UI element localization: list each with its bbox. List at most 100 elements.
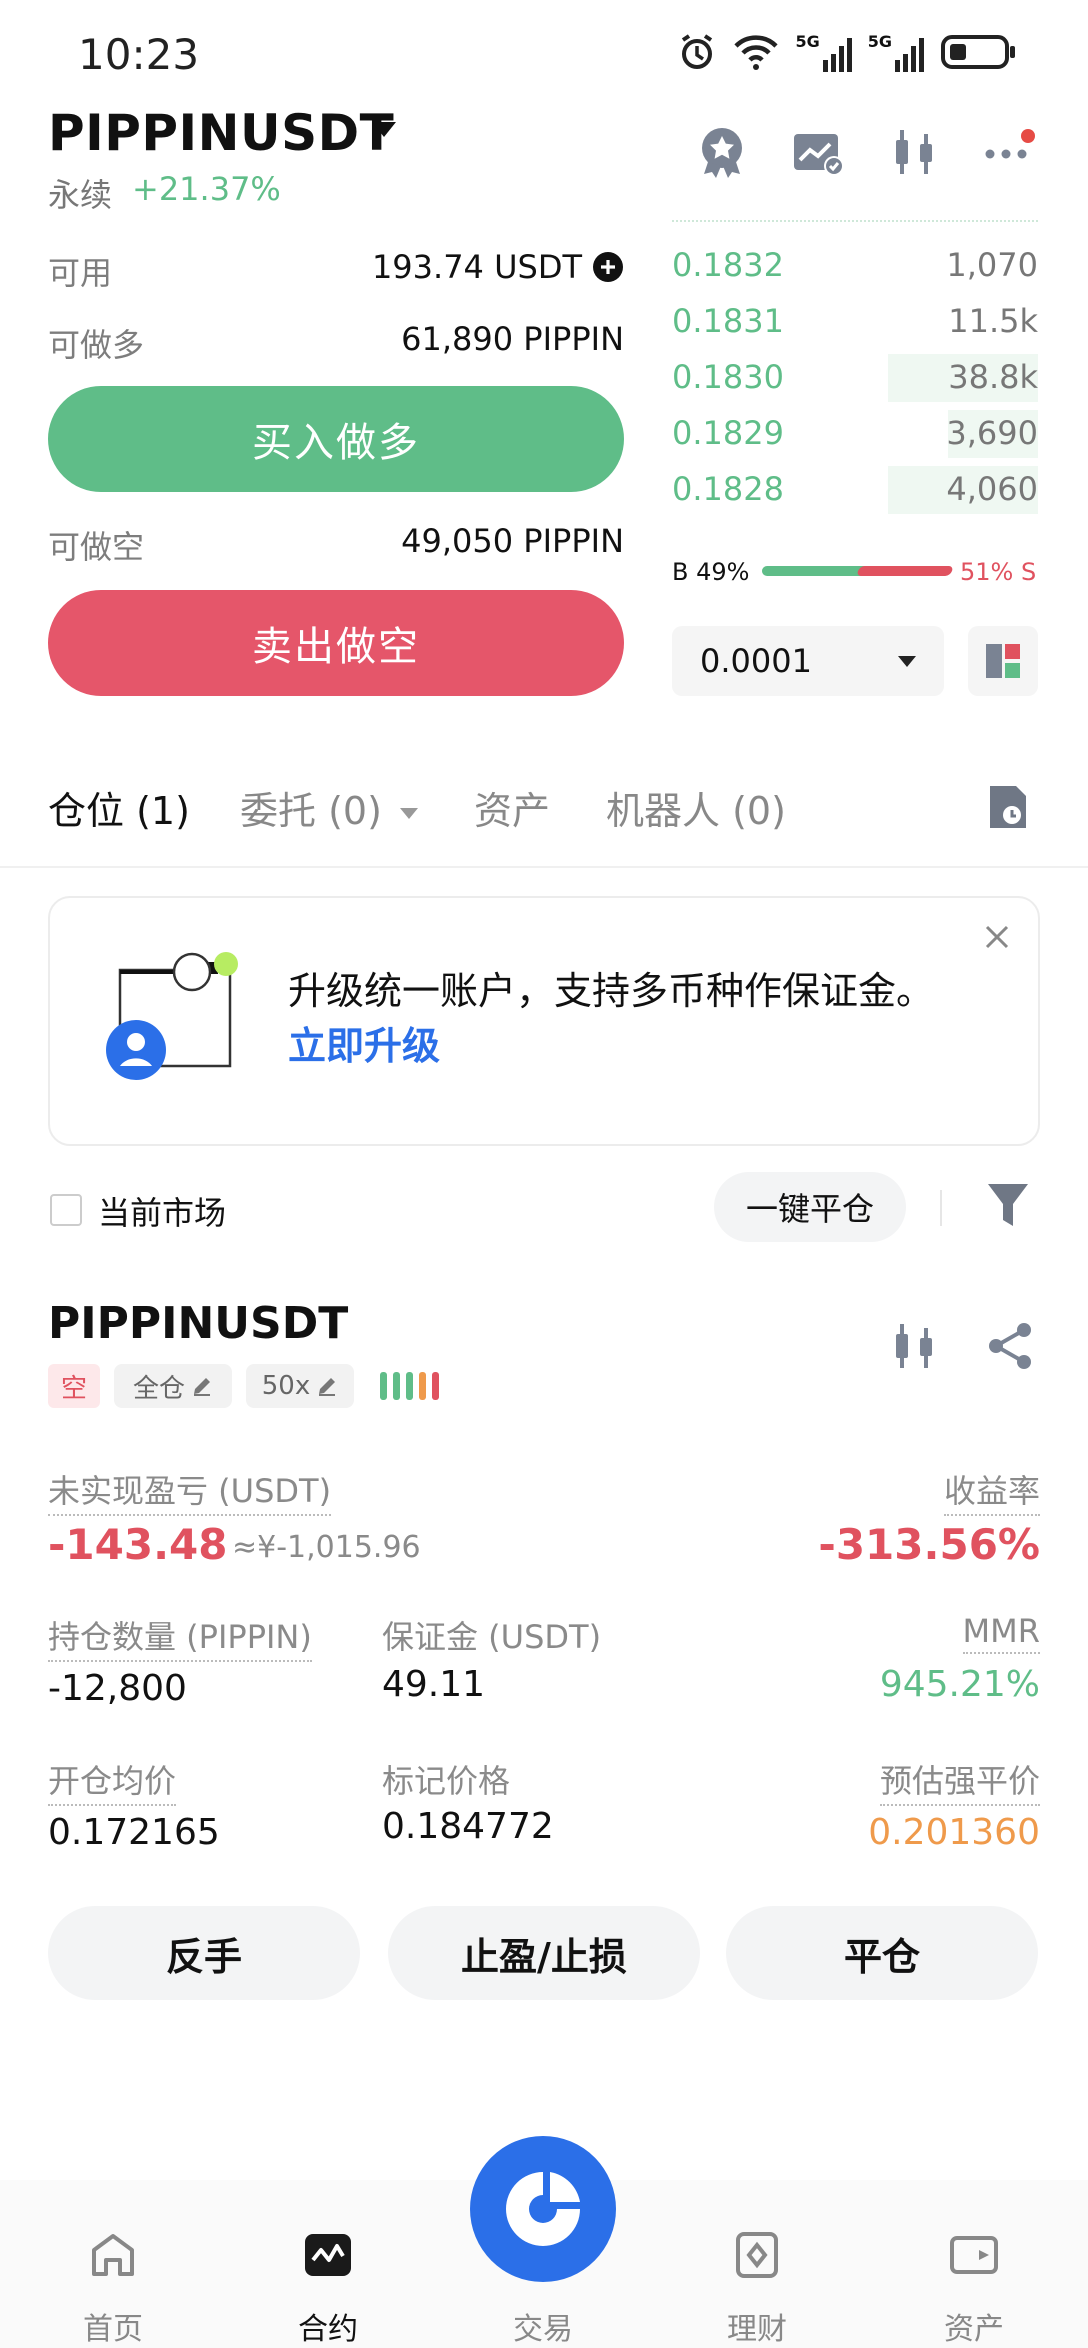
long-available-label: 可做多 xyxy=(48,326,145,364)
status-bar: 10:23 5G 5G xyxy=(0,0,1088,110)
mmr-label[interactable]: MMR xyxy=(962,1612,1040,1654)
filter-divider xyxy=(940,1190,942,1226)
account-upgrade-illustration-icon xyxy=(106,952,238,1080)
entry-price-label[interactable]: 开仓均价 xyxy=(48,1756,177,1806)
close-icon[interactable] xyxy=(982,922,1012,952)
long-available-value: 61,890 PIPPIN xyxy=(401,320,624,358)
nav-trade[interactable]: 交易 xyxy=(473,2220,613,2347)
position-chart-icon[interactable] xyxy=(884,1316,944,1376)
margin-label: 保证金 (USDT) xyxy=(382,1618,602,1656)
available-label: 可用 xyxy=(48,254,113,292)
precision-select[interactable]: 0.0001 xyxy=(672,626,944,696)
signal-2-icon: 5G xyxy=(868,32,924,72)
tab-orders[interactable]: 委托 (0) xyxy=(240,780,419,835)
liquidation-price-value: 0.201360 xyxy=(868,1812,1040,1853)
sell-ratio-label: 51% S xyxy=(960,558,1037,586)
upgrade-now-link[interactable]: 立即升级 xyxy=(288,1024,440,1068)
signal-1-label: 5G xyxy=(795,32,820,51)
more-icon[interactable] xyxy=(980,122,1040,182)
wallet-icon xyxy=(950,2236,998,2274)
reverse-position-button[interactable]: 反手 xyxy=(48,1906,360,2000)
tp-sl-button[interactable]: 止盈/止损 xyxy=(388,1906,700,2000)
position-symbol: PIPPINUSDT xyxy=(48,1298,349,1349)
pair-title[interactable]: PIPPINUSDT xyxy=(48,104,394,162)
tab-bots[interactable]: 机器人 (0) xyxy=(606,780,786,835)
chevron-down-icon xyxy=(898,655,916,667)
filter-icon[interactable] xyxy=(986,1180,1030,1230)
orderbook-size: 1,070 xyxy=(946,246,1038,284)
precision-value: 0.0001 xyxy=(700,642,812,680)
orderbook-row[interactable]: 0.1830 38.8k xyxy=(672,350,1038,406)
orderbook-row[interactable]: 0.1832 1,070 xyxy=(672,238,1038,294)
signal-2-label: 5G xyxy=(867,32,892,51)
mark-price-value: 0.184772 xyxy=(382,1806,554,1847)
earn-icon xyxy=(736,2232,778,2278)
margin-mode-badge[interactable]: 全仓 xyxy=(114,1364,232,1408)
unrealized-pnl-value: -143.48 xyxy=(48,1520,228,1569)
current-market-label: 当前市场 xyxy=(98,1194,227,1232)
nav-home[interactable]: 首页 xyxy=(43,2220,183,2347)
nav-futures-label: 合约 xyxy=(298,2312,358,2347)
margin-value: 49.11 xyxy=(382,1664,486,1705)
position-qty-label[interactable]: 持仓数量 (PIPPIN) xyxy=(48,1612,312,1662)
orderbook-layout-button[interactable] xyxy=(968,626,1038,696)
nav-assets[interactable]: 资产 xyxy=(904,2220,1044,2347)
current-market-checkbox[interactable] xyxy=(50,1194,82,1226)
alarm-icon xyxy=(682,34,713,69)
orderbook-size: 3,690 xyxy=(946,414,1038,452)
wifi-icon xyxy=(734,35,779,70)
liquidation-price-label[interactable]: 预估强平价 xyxy=(879,1756,1040,1806)
close-all-button[interactable]: 一键平仓 xyxy=(714,1172,906,1242)
promo-message: 升级统一账户，支持多币种作保证金。 xyxy=(288,969,935,1013)
price-change: +21.37% xyxy=(132,170,281,208)
home-icon xyxy=(92,2234,134,2276)
buy-ratio-label: B 49% xyxy=(672,558,750,586)
history-icon[interactable] xyxy=(986,782,1030,832)
unrealized-pnl-cny: ≈¥-1,015.96 xyxy=(232,1530,421,1565)
award-icon[interactable] xyxy=(692,122,752,182)
leverage-label: 50x xyxy=(261,1371,311,1401)
tab-positions[interactable]: 仓位 (1) xyxy=(48,780,190,835)
orderbook-size: 4,060 xyxy=(946,470,1038,508)
orderbook-price: 0.1831 xyxy=(672,302,784,340)
share-icon[interactable] xyxy=(982,1318,1038,1374)
mmr-value: 945.21% xyxy=(879,1664,1040,1705)
signal-1-icon: 5G xyxy=(795,32,852,72)
futures-icon xyxy=(305,2234,351,2276)
promo-text: 升级统一账户，支持多币种作保证金。立即升级 xyxy=(288,964,948,1074)
roe-value: -313.56% xyxy=(818,1520,1040,1569)
add-funds-icon[interactable] xyxy=(592,251,624,283)
close-position-button[interactable]: 平仓 xyxy=(726,1906,1038,2000)
chart-check-icon[interactable] xyxy=(788,122,848,182)
tab-assets[interactable]: 资产 xyxy=(474,780,550,835)
tab-divider xyxy=(0,866,1088,868)
orderbook-row[interactable]: 0.1828 4,060 xyxy=(672,462,1038,518)
nav-earn[interactable]: 理财 xyxy=(687,2220,827,2347)
nav-assets-label: 资产 xyxy=(944,2312,1004,2347)
orderbook-clipped-row xyxy=(672,208,1038,222)
sell-ratio-bar xyxy=(856,566,954,576)
battery-icon xyxy=(941,35,1015,69)
buy-long-button[interactable]: 买入做多 xyxy=(48,386,624,492)
status-time: 10:23 xyxy=(78,30,200,79)
orderbook-price: 0.1828 xyxy=(672,470,784,508)
nav-home-label: 首页 xyxy=(83,2312,143,2347)
orderbook-price: 0.1832 xyxy=(672,246,784,284)
sell-short-button[interactable]: 卖出做空 xyxy=(48,590,624,696)
unrealized-pnl-label[interactable]: 未实现盈亏 (USDT) xyxy=(48,1466,332,1516)
available-value: 193.74 USDT xyxy=(371,248,582,286)
leverage-badge[interactable]: 50x xyxy=(246,1364,354,1408)
pair-dropdown-caret-icon[interactable] xyxy=(372,122,396,137)
candlestick-icon[interactable] xyxy=(884,122,944,182)
layout-icon xyxy=(986,644,1020,678)
orderbook-row[interactable]: 0.1831 11.5k xyxy=(672,294,1038,350)
orderbook-row[interactable]: 0.1829 3,690 xyxy=(672,406,1038,462)
nav-trade-label: 交易 xyxy=(513,2312,573,2347)
contract-type-label: 永续 xyxy=(48,176,113,214)
roe-label[interactable]: 收益率 xyxy=(943,1466,1040,1516)
edit-icon xyxy=(319,1378,336,1396)
status-icons: 5G 5G xyxy=(677,30,1018,74)
nav-futures[interactable]: 合约 xyxy=(258,2220,398,2347)
available-row: 193.74 USDT xyxy=(330,248,624,286)
orderbook-price: 0.1830 xyxy=(672,358,784,396)
